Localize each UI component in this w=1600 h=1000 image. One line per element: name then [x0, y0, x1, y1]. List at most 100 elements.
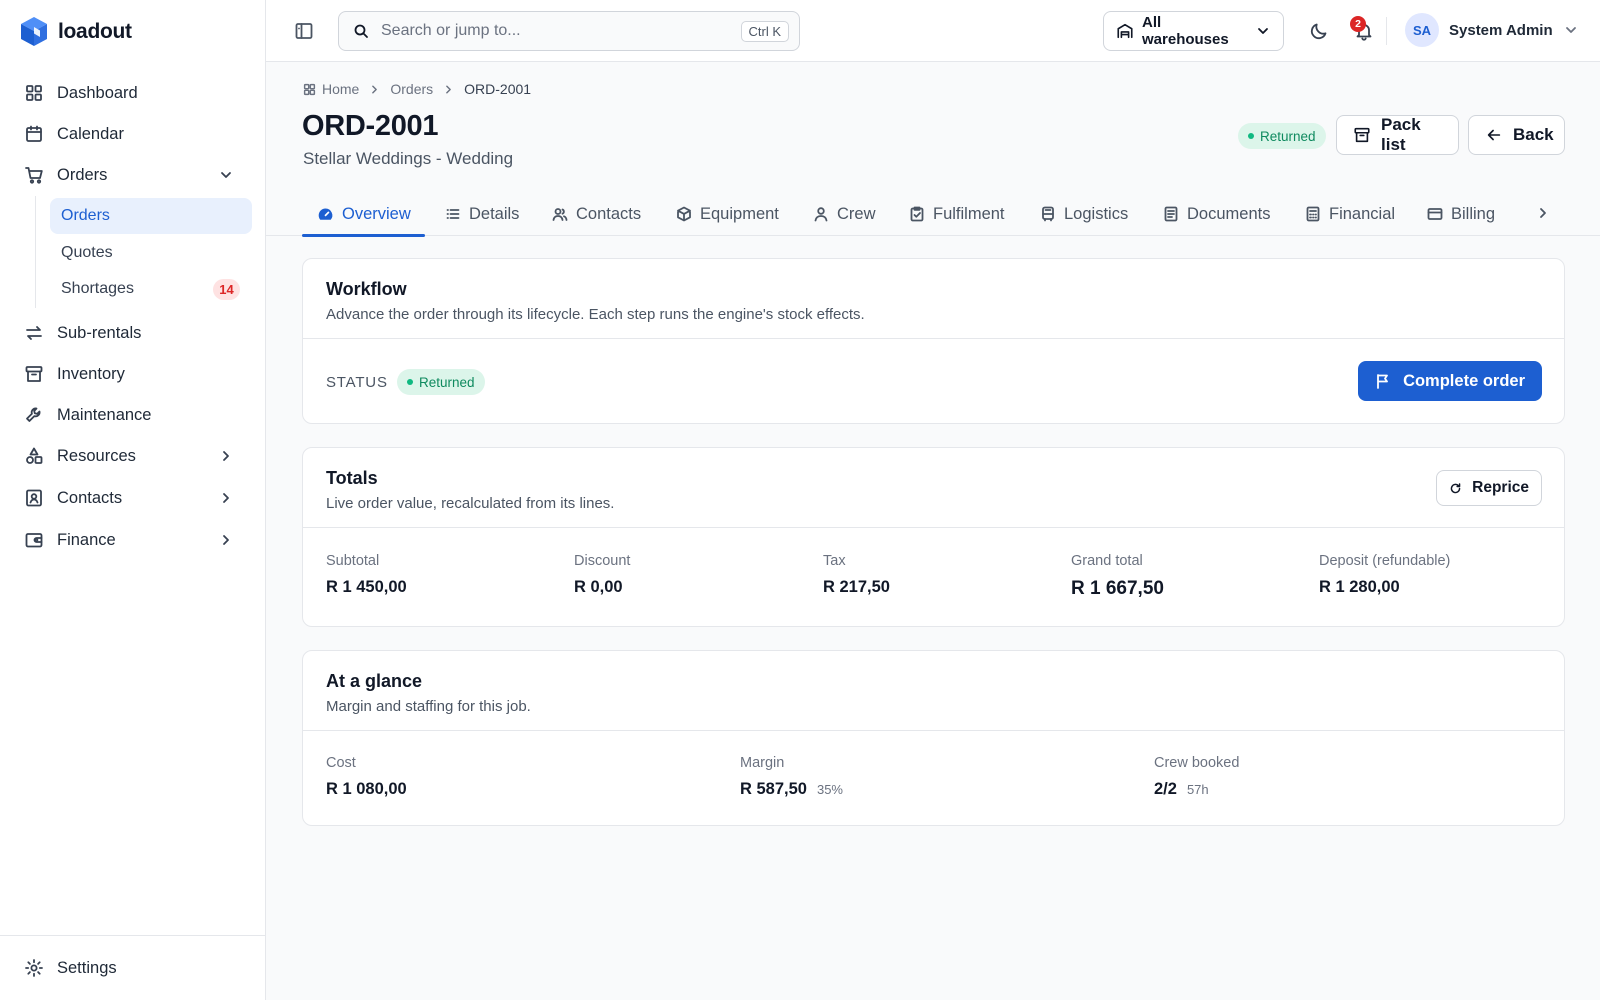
warehouse-select[interactable]: All warehouses [1103, 11, 1284, 51]
stat-value: 2/2 [1154, 780, 1177, 798]
tab-equipment[interactable]: Equipment [676, 192, 779, 236]
brand[interactable]: loadout [20, 16, 132, 47]
stat-value: R 1 667,50 [1071, 578, 1164, 599]
sidebar-item-label: Sub-rentals [57, 323, 142, 342]
sidebar-item-contacts[interactable]: Contacts [24, 480, 244, 516]
card-title: At a glance [326, 671, 423, 691]
calendar-icon [24, 124, 44, 144]
tab-contacts[interactable]: Contacts [552, 192, 641, 236]
breadcrumb-current: ORD-2001 [464, 81, 532, 97]
tab-label: Logistics [1064, 204, 1129, 223]
stat-value-row: 2/2 57h [1154, 780, 1239, 799]
reprice-label: Reprice [1472, 479, 1529, 496]
sidebar-subitem-quotes[interactable]: Quotes [50, 235, 252, 271]
sidebar-item-label: Inventory [57, 364, 125, 383]
tab-details[interactable]: Details [445, 192, 519, 236]
complete-order-button[interactable]: Complete order [1358, 361, 1542, 401]
cube-icon [676, 206, 692, 222]
tab-label: Documents [1187, 204, 1271, 223]
card-title: Workflow [326, 279, 407, 299]
stat-label: Subtotal [326, 553, 380, 569]
chevron-right-icon [442, 83, 455, 96]
pack-list-button[interactable]: Pack list [1336, 115, 1459, 155]
reprice-button[interactable]: Reprice [1436, 470, 1542, 506]
tab-crew[interactable]: Crew [813, 192, 876, 236]
sidebar-item-finance[interactable]: Finance [24, 522, 244, 558]
notification-count-badge: 2 [1350, 16, 1366, 32]
sidebar-item-orders[interactable]: Orders [24, 157, 244, 193]
sidebar-footer: Settings [0, 935, 266, 1000]
sidebar-item-resources[interactable]: Resources [24, 438, 244, 474]
sidebar-item-label: Dashboard [57, 83, 138, 102]
shapes-icon [24, 446, 44, 466]
users-icon [552, 206, 568, 222]
stat-label: Crew booked [1154, 755, 1240, 771]
stat-discount: Discount R 0,00 [574, 553, 630, 597]
avatar: SA [1405, 13, 1439, 47]
breadcrumb-home[interactable]: Home [322, 81, 359, 97]
card-description: Live order value, recalculated from its … [326, 495, 615, 512]
tab-label: Fulfilment [933, 204, 1005, 223]
breadcrumb-orders[interactable]: Orders [390, 81, 433, 97]
tab-label: Crew [837, 204, 876, 223]
wallet-icon [24, 530, 44, 550]
search-input[interactable]: Search or jump to... Ctrl K [338, 11, 800, 51]
workflow-card: Workflow Advance the order through its l… [302, 258, 1565, 424]
tab-financial[interactable]: Financial [1305, 192, 1395, 236]
tab-billing[interactable]: Billing [1427, 192, 1495, 236]
stat-value: R 1 080,00 [326, 780, 407, 798]
sidebar-subitem-shortages[interactable]: Shortages 14 [50, 271, 252, 307]
back-button[interactable]: Back [1468, 115, 1565, 155]
tab-label: Overview [342, 204, 411, 223]
sidebar-item-label: Calendar [57, 124, 124, 143]
document-icon [1163, 206, 1179, 222]
stat-label: Margin [740, 755, 785, 771]
tab-overview[interactable]: Overview [317, 192, 411, 236]
card-header: Totals Live order value, recalculated fr… [303, 448, 1564, 528]
chevron-down-icon [218, 167, 234, 183]
chevron-right-icon[interactable] [1535, 205, 1551, 221]
submenu-rail [35, 196, 36, 308]
sidebar-toggle-icon[interactable] [294, 21, 314, 41]
card-description: Margin and staffing for this job. [326, 698, 531, 715]
chevron-right-icon [218, 448, 234, 464]
search-placeholder: Search or jump to... [381, 22, 521, 39]
tab-logistics[interactable]: Logistics [1040, 192, 1128, 236]
tab-fulfilment[interactable]: Fulfilment [909, 192, 1005, 236]
tab-label: Equipment [700, 204, 779, 223]
sidebar-item-label: Resources [57, 446, 136, 465]
arrows-swap-icon [24, 323, 44, 343]
complete-order-label: Complete order [1403, 371, 1525, 390]
brand-name: loadout [58, 19, 132, 43]
stat-value-row: R 1 080,00 [326, 780, 407, 799]
margin-percent: 35% [816, 782, 843, 797]
sidebar-subitem-label: Quotes [61, 244, 113, 261]
glance-card: At a glance Margin and staffing for this… [302, 650, 1565, 826]
flag-icon [1375, 373, 1391, 389]
sidebar-item-settings[interactable]: Settings [24, 950, 244, 986]
sidebar-item-inventory[interactable]: Inventory [24, 356, 244, 392]
stat-margin: Margin R 587,50 35% [740, 755, 843, 799]
user-menu[interactable]: SA System Admin [1405, 13, 1579, 47]
stat-label: Deposit (refundable) [1319, 553, 1451, 569]
moon-icon[interactable] [1309, 21, 1329, 41]
stat-subtotal: Subtotal R 1 450,00 [326, 553, 407, 597]
sidebar-subitem-orders[interactable]: Orders [50, 198, 252, 234]
shortages-count-badge: 14 [213, 278, 240, 300]
warehouse-select-value: All warehouses [1142, 14, 1229, 48]
stat-grand-total: Grand total R 1 667,50 [1071, 553, 1164, 600]
wrench-icon [24, 405, 44, 425]
gauge-icon [317, 206, 334, 223]
sidebar-item-maintenance[interactable]: Maintenance [24, 397, 244, 433]
list-icon [445, 206, 461, 222]
status-badge-label: Returned [1260, 128, 1316, 144]
sidebar-item-sub-rentals[interactable]: Sub-rentals [24, 315, 244, 351]
sidebar-item-calendar[interactable]: Calendar [24, 116, 244, 152]
sidebar-item-dashboard[interactable]: Dashboard [24, 75, 244, 111]
stat-crew-booked: Crew booked 2/2 57h [1154, 755, 1239, 799]
tab-documents[interactable]: Documents [1163, 192, 1270, 236]
card-title: Totals [326, 468, 378, 488]
stat-label: Grand total [1071, 553, 1143, 569]
search-shortcut: Ctrl K [740, 20, 789, 42]
chevron-right-icon [368, 83, 381, 96]
